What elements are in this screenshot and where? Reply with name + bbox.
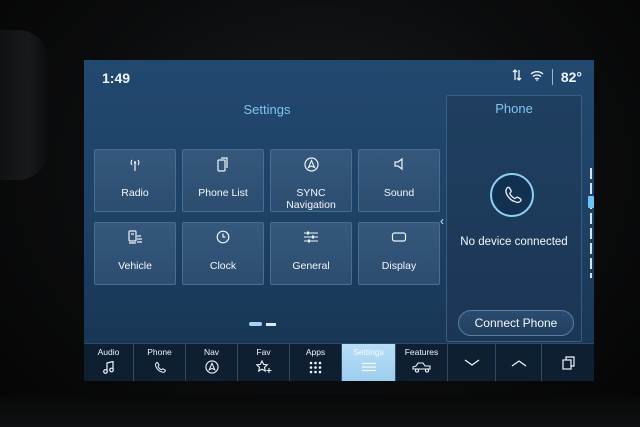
display-icon (359, 229, 439, 245)
nav-screens[interactable] (542, 344, 594, 381)
page-dot[interactable] (266, 322, 276, 326)
data-transfer-icon (512, 68, 522, 86)
nav-favorites[interactable]: Fav (238, 344, 290, 381)
nav-phone[interactable]: Phone (134, 344, 186, 381)
star-plus-icon (238, 359, 289, 375)
next-page-indicator[interactable]: ‹ (440, 214, 444, 228)
nav-label: Fav (256, 347, 271, 357)
nav-label: Phone (147, 347, 172, 357)
vehicle-settings-icon (95, 229, 175, 245)
status-clock: 1:49 (102, 70, 131, 86)
connect-phone-button[interactable]: Connect Phone (458, 310, 574, 336)
tile-label: General (292, 260, 330, 272)
speaker-icon (359, 156, 439, 172)
page-dot-active (249, 322, 262, 326)
nav-label: Settings (353, 347, 384, 357)
page-title: Settings (243, 102, 291, 117)
clock-icon (183, 229, 263, 245)
phone-icon (134, 359, 185, 375)
nav-apps[interactable]: Apps (290, 344, 342, 381)
tile-label: SYNC Navigation (286, 187, 336, 211)
tile-radio[interactable]: Radio (94, 149, 176, 212)
air-vent (0, 30, 48, 180)
truck-icon (396, 359, 447, 375)
sliders-icon (271, 229, 351, 245)
nav-settings[interactable]: Settings (342, 344, 396, 381)
no-device-message: No device connected (460, 236, 568, 248)
music-note-icon (84, 359, 133, 375)
radio-antenna-icon (95, 156, 175, 172)
dashboard-lower (0, 395, 640, 427)
chevron-down-icon (448, 355, 495, 371)
phone-icon (490, 173, 534, 217)
tile-phone-list[interactable]: Phone List (182, 149, 264, 212)
nav-label: Nav (203, 347, 220, 357)
copy-screens-icon (542, 355, 594, 371)
nav-navigation[interactable]: Nav (186, 344, 238, 381)
tile-label: Display (381, 260, 417, 272)
tile-label: Radio (121, 187, 149, 199)
nav-label: Apps (305, 347, 326, 357)
tile-sound[interactable]: Sound (358, 149, 440, 212)
tile-label: Vehicle (118, 260, 152, 272)
status-indicators: 82° (512, 68, 582, 86)
infotainment-screen: 1:49 82° Settings Radio Phone List SYNC … (84, 60, 594, 381)
outside-temperature: 82° (560, 69, 582, 85)
tile-vehicle[interactable]: Vehicle (94, 222, 176, 285)
apps-grid-icon (290, 359, 341, 375)
tile-label: Phone List (198, 187, 248, 199)
phone-panel: Phone No device connected Connect Phone (446, 95, 582, 342)
navigation-icon (271, 156, 351, 172)
chevron-up-icon (496, 355, 541, 371)
tile-label: Sound (383, 187, 415, 199)
nav-audio[interactable]: Audio (84, 344, 134, 381)
nav-features[interactable]: Features (396, 344, 448, 381)
settings-lines-icon (342, 359, 395, 375)
scrollbar[interactable] (588, 168, 594, 278)
status-divider (551, 69, 553, 85)
tile-label: Clock (209, 260, 237, 272)
tile-general[interactable]: General (270, 222, 352, 285)
scrollbar-track (590, 168, 592, 278)
tile-display[interactable]: Display (358, 222, 440, 285)
scrollbar-thumb[interactable] (588, 196, 594, 208)
status-bar: 1:49 82° (84, 60, 594, 94)
tile-clock[interactable]: Clock (182, 222, 264, 285)
navigation-icon (186, 359, 237, 375)
wifi-icon (530, 69, 544, 85)
nav-label: Audio (97, 347, 120, 357)
tile-sync-navigation[interactable]: SYNC Navigation (270, 149, 352, 212)
bottom-nav-bar: Audio Phone Nav Fav Apps Settings Featur… (84, 343, 594, 381)
nav-expand[interactable] (496, 344, 542, 381)
nav-collapse[interactable] (448, 344, 496, 381)
phone-panel-title: Phone (495, 101, 533, 116)
phone-list-icon (183, 156, 263, 172)
page-indicator (249, 322, 276, 326)
nav-label: Features (404, 347, 439, 357)
